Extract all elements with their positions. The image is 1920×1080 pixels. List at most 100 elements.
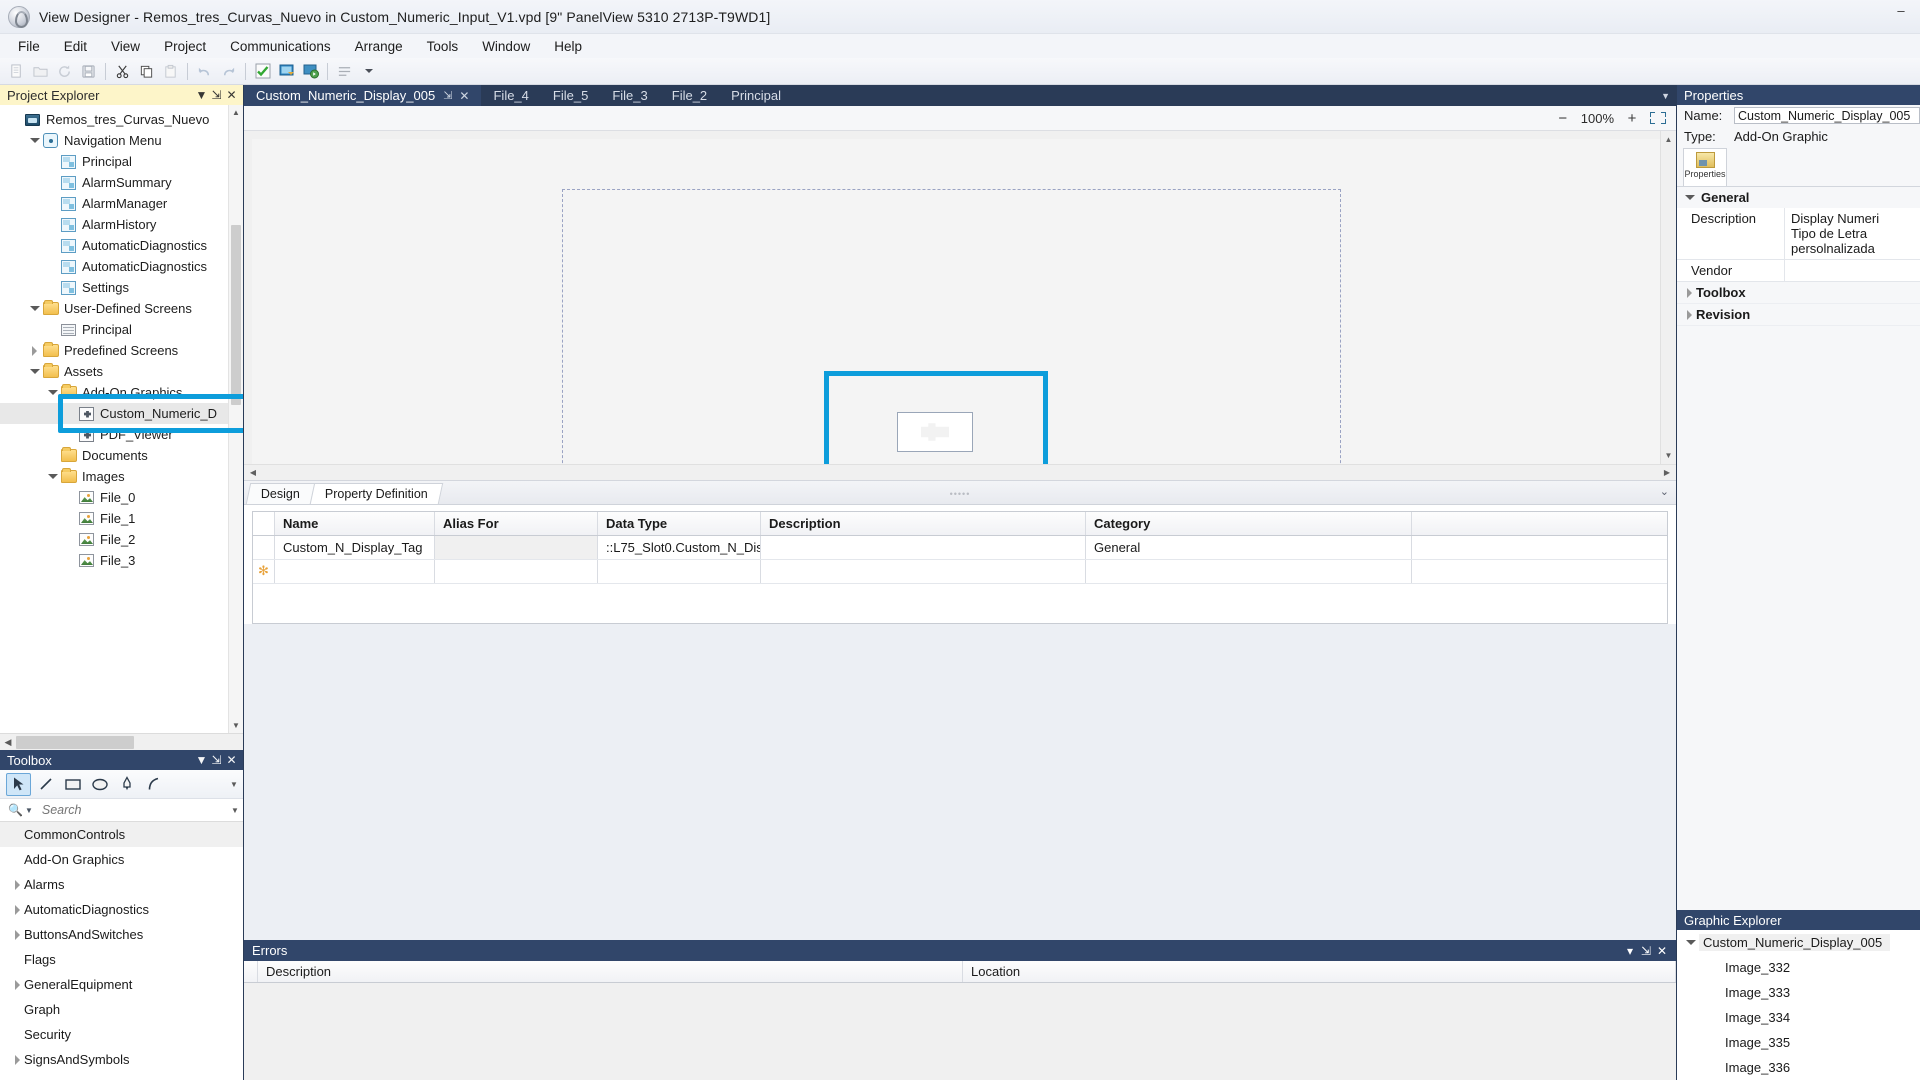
document-tab[interactable]: Principal [719, 85, 793, 106]
toolbox-category-list[interactable]: CommonControls Add-On Graphics Alarms Autom… [0, 822, 243, 1080]
arc-tool-button[interactable] [141, 773, 166, 796]
refresh-icon[interactable] [53, 60, 76, 82]
chevron-right-icon[interactable] [1683, 309, 1696, 320]
tree-node[interactable]: File_3 [0, 550, 243, 571]
tree-node[interactable]: AlarmHistory [0, 214, 243, 235]
pin-icon[interactable]: ⇲ [209, 753, 224, 767]
pen-tool-button[interactable] [114, 773, 139, 796]
chevron-right-icon[interactable] [1683, 287, 1696, 298]
document-tab-bar[interactable]: Custom_Numeric_Display_005 ⇲ ✕ File_4 File_5… [244, 85, 1676, 106]
design-tab[interactable]: Design [245, 482, 316, 504]
rectangle-tool-button[interactable] [60, 773, 85, 796]
graphic-explorer-item[interactable]: Image_332 [1677, 955, 1920, 980]
new-icon[interactable] [5, 60, 28, 82]
scroll-up-icon[interactable]: ▲ [229, 105, 243, 120]
menu-item-view[interactable]: View [99, 37, 152, 56]
menu-item-help[interactable]: Help [542, 37, 594, 56]
tree-node[interactable]: Settings [0, 277, 243, 298]
menu-item-communications[interactable]: Communications [218, 37, 343, 56]
table-body[interactable]: Custom_N_Display_Tag::L75_Slot0.Custom_N… [253, 535, 1667, 584]
zoom-out-button[interactable]: − [1555, 110, 1571, 127]
errors-column-description[interactable]: Description [258, 961, 963, 982]
tree-node[interactable]: File_0 [0, 487, 243, 508]
search-input[interactable] [39, 802, 227, 818]
chevron-down-icon[interactable] [46, 390, 59, 395]
download-icon[interactable] [275, 60, 298, 82]
project-tree-vertical-scrollbar[interactable]: ▲ ▼ [228, 105, 243, 733]
ellipse-tool-button[interactable] [87, 773, 112, 796]
tree-node[interactable]: File_1 [0, 508, 243, 529]
project-tree-horizontal-scrollbar[interactable]: ◀ [0, 733, 243, 750]
chevron-right-icon[interactable] [10, 1054, 24, 1065]
chevron-down-icon[interactable] [1683, 940, 1699, 945]
table-cell[interactable] [435, 559, 598, 583]
toolbox-category[interactable]: Alarms [0, 872, 243, 897]
undo-icon[interactable] [193, 60, 216, 82]
fit-to-window-icon[interactable] [1650, 111, 1666, 125]
chevron-down-icon[interactable] [28, 138, 41, 143]
toolbox-category[interactable]: ButtonsAndSwitches [0, 922, 243, 947]
tree-node[interactable]: AutomaticDiagnostics [0, 235, 243, 256]
chevron-down-icon[interactable] [28, 369, 41, 374]
table-cell[interactable]: ::L75_Slot0.Custom_N_Display [598, 535, 761, 559]
splitter-grip[interactable]: ••••• [244, 489, 1676, 499]
design-tab[interactable]: Property Definition [309, 482, 443, 504]
canvas-horizontal-scrollbar[interactable]: ◀ ▶ [244, 463, 1676, 480]
menu-item-arrange[interactable]: Arrange [343, 37, 415, 56]
document-tab[interactable]: File_5 [541, 85, 600, 106]
save-icon[interactable] [77, 60, 100, 82]
scroll-thumb[interactable] [16, 735, 135, 749]
chevron-down-icon[interactable] [46, 474, 59, 479]
menu-item-tools[interactable]: Tools [415, 37, 471, 56]
graphic-explorer-tree[interactable]: Custom_Numeric_Display_005 Image_332 Image… [1677, 930, 1920, 1080]
column-header[interactable]: Alias For [435, 511, 598, 535]
document-tab[interactable]: File_2 [660, 85, 719, 106]
chevron-right-icon[interactable] [10, 979, 24, 990]
align-icon[interactable] [333, 60, 356, 82]
tree-node[interactable]: Custom_Numeric_D [0, 403, 243, 424]
toolbox-category[interactable]: Security [0, 1022, 243, 1047]
chevron-down-icon[interactable]: ▼ [194, 88, 209, 102]
close-icon[interactable]: ✕ [1654, 944, 1670, 958]
column-header[interactable]: Description [761, 511, 1086, 535]
paste-icon[interactable] [159, 60, 182, 82]
search-options-icon[interactable]: ▼ [227, 806, 243, 815]
graphic-explorer-root[interactable]: Custom_Numeric_Display_005 [1677, 930, 1920, 955]
scroll-thumb[interactable] [231, 225, 241, 405]
toolbox-search-row[interactable]: 🔍 ▼ ▼ [0, 799, 243, 822]
chevron-right-icon[interactable] [10, 929, 24, 940]
tree-node[interactable]: Principal [0, 151, 243, 172]
pin-icon[interactable]: ⇲ [209, 88, 224, 102]
design-tab-bar[interactable]: Design Property Definition ••••• ⌄ [244, 479, 1676, 504]
menu-item-file[interactable]: File [6, 37, 52, 56]
table-cell[interactable] [1086, 559, 1412, 583]
table-cell[interactable]: General [1086, 535, 1412, 559]
column-header[interactable]: Category [1086, 511, 1412, 535]
zoom-in-button[interactable]: + [1624, 110, 1640, 127]
errors-column-location[interactable]: Location [963, 961, 1676, 982]
tree-node[interactable]: AutomaticDiagnostics [0, 256, 243, 277]
graphic-explorer-item[interactable]: Image_333 [1677, 980, 1920, 1005]
errors-grid[interactable]: Description Location [244, 961, 1676, 1080]
toolbox-category[interactable]: SignsAndSymbols [0, 1047, 243, 1072]
pin-icon[interactable]: ⇲ [1638, 944, 1654, 958]
pin-icon[interactable]: ⇲ [443, 89, 452, 102]
tree-node[interactable]: Predefined Screens [0, 340, 243, 361]
property-row[interactable]: Vendor [1677, 260, 1920, 282]
table-cell[interactable] [275, 559, 435, 583]
toolbox-category[interactable]: CommonControls [0, 822, 243, 847]
graphic-explorer-item[interactable]: Image_335 [1677, 1030, 1920, 1055]
tree-node[interactable]: Remos_tres_Curvas_Nuevo [0, 109, 243, 130]
project-tree[interactable]: Remos_tres_Curvas_Nuevo Navigation Menu Pr… [0, 105, 243, 571]
chevron-down-icon[interactable]: ▾ [1622, 944, 1638, 958]
toolbox-category[interactable]: Flags [0, 947, 243, 972]
redo-icon[interactable] [217, 60, 240, 82]
selected-graphic-element[interactable] [824, 371, 1048, 464]
property-definition-table[interactable]: Name Alias For Data Type Description Categor… [252, 510, 1668, 624]
design-canvas[interactable] [244, 131, 1660, 464]
table-cell[interactable]: Custom_N_Display_Tag [275, 535, 435, 559]
tree-node[interactable]: Assets [0, 361, 243, 382]
chevron-down-icon[interactable] [1683, 195, 1696, 200]
table-cell[interactable] [435, 535, 598, 559]
document-tab[interactable]: File_4 [481, 85, 540, 106]
